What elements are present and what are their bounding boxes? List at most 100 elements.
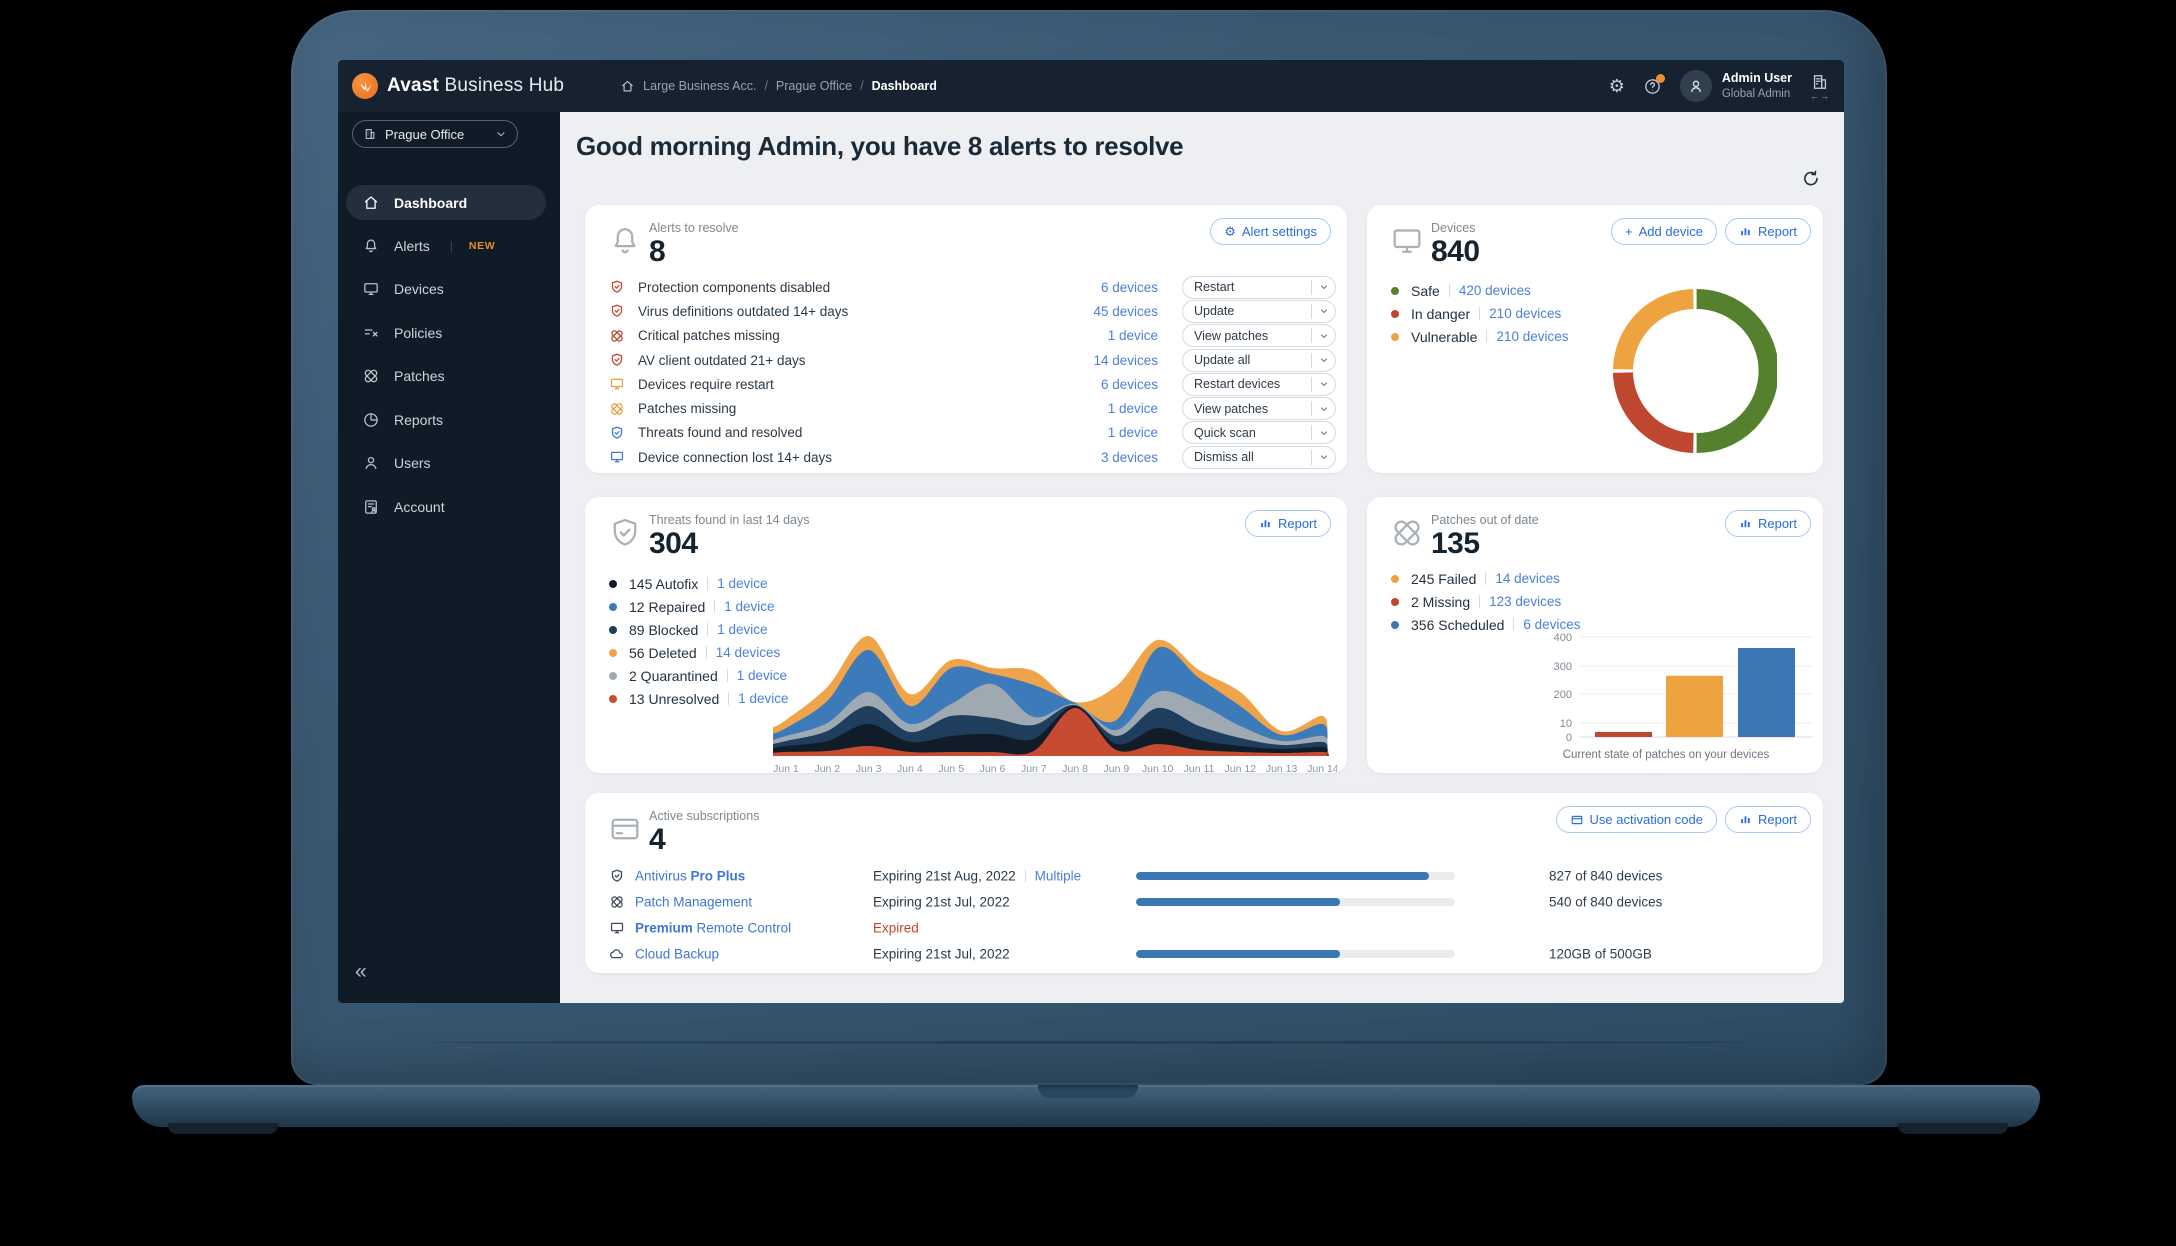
- alert-settings-button[interactable]: ⚙ Alert settings: [1210, 218, 1331, 245]
- alert-devices-link[interactable]: 45 devices: [1048, 304, 1158, 319]
- alert-devices-link[interactable]: 6 devices: [1048, 280, 1158, 295]
- alert-row: Protection components disabled 6 devices R…: [609, 275, 1336, 299]
- org-selector[interactable]: Prague Office: [352, 120, 518, 148]
- legend-devices-link[interactable]: 1 device: [717, 622, 767, 637]
- subscription-name-link[interactable]: Patch Management: [635, 895, 752, 910]
- patches-icon: [609, 894, 625, 910]
- add-device-button[interactable]: + Add device: [1611, 218, 1717, 245]
- chevron-down-icon: [1311, 376, 1335, 392]
- sidebar-item-users[interactable]: Users: [346, 442, 546, 486]
- alert-action-label: View patches: [1194, 328, 1269, 343]
- subscriptions-list: Antivirus Pro Plus Expiring 21st Aug, 202…: [609, 863, 1811, 967]
- usage-text: 120GB of 500GB: [1549, 946, 1652, 962]
- breadcrumb-item-large-business-acc-[interactable]: Large Business Acc.: [643, 79, 756, 93]
- avast-logo-icon: [352, 73, 378, 99]
- sidebar-item-label: Dashboard: [394, 194, 468, 211]
- legend-dot: [1391, 286, 1399, 295]
- sidebar-collapse-button[interactable]: «: [355, 960, 367, 984]
- alert-action-select[interactable]: Update all: [1182, 348, 1336, 372]
- company-switch-icon[interactable]: ←→: [1810, 72, 1830, 101]
- sidebar-item-label: Account: [394, 498, 445, 515]
- alert-label: Critical patches missing: [638, 328, 780, 344]
- legend-dot: [609, 671, 617, 680]
- sidebar-item-dashboard[interactable]: Dashboard: [346, 185, 546, 220]
- sidebar-item-devices[interactable]: Devices: [346, 268, 546, 312]
- legend-row: 56 Deleted 14 devices: [609, 641, 789, 664]
- report-button[interactable]: Report: [1724, 806, 1811, 833]
- subscription-row: Cloud Backup Expiring 21st Jul, 2022 120GB…: [609, 941, 1811, 967]
- alert-devices-link[interactable]: 1 device: [1048, 401, 1158, 416]
- new-badge: NEW: [468, 239, 496, 252]
- multiple-link[interactable]: Multiple: [1035, 869, 1082, 884]
- report-button[interactable]: Report: [1724, 218, 1811, 245]
- bar-chart-icon: [1739, 225, 1752, 238]
- patches-icon: [609, 401, 626, 417]
- alert-action-select[interactable]: Dismiss all: [1182, 445, 1336, 469]
- user-icon: [362, 454, 380, 472]
- alert-devices-link[interactable]: 1 device: [1048, 328, 1158, 343]
- legend-row: 13 Unresolved 1 device: [609, 687, 789, 710]
- alert-devices-link[interactable]: 1 device: [1048, 425, 1158, 440]
- sidebar-item-policies[interactable]: Policies: [346, 311, 546, 355]
- home-icon[interactable]: [620, 79, 635, 94]
- devices-legend: Safe 420 devices In danger 210 devices Vulne…: [1391, 279, 1568, 348]
- monitor-icon: [609, 449, 626, 465]
- svg-text:300: 300: [1554, 661, 1572, 673]
- subscription-row: Patch Management Expiring 21st Jul, 2022 5…: [609, 889, 1811, 915]
- use-activation-code-button[interactable]: Use activation code: [1555, 806, 1717, 833]
- svg-text:Jun 13: Jun 13: [1266, 763, 1298, 775]
- svg-text:Jun 5: Jun 5: [938, 763, 964, 775]
- breadcrumb-item-prague-office[interactable]: Prague Office: [776, 79, 852, 93]
- legend-devices-link[interactable]: 1 device: [717, 576, 767, 591]
- laptop-hinge-crease: [430, 1041, 1750, 1044]
- avatar[interactable]: [1679, 70, 1712, 102]
- legend-row: Vulnerable 210 devices: [1391, 325, 1568, 348]
- subscriptions-count: 4: [649, 823, 666, 856]
- svg-text:Jun 1: Jun 1: [773, 763, 799, 775]
- sidebar-item-account[interactable]: Account: [346, 485, 546, 529]
- expiry-text: Expiring 21st Aug, 2022: [873, 868, 1016, 884]
- sidebar-item-alerts[interactable]: Alerts | NEW: [346, 224, 546, 268]
- alert-devices-link[interactable]: 3 devices: [1048, 450, 1158, 465]
- subscription-name-link[interactable]: Premium Remote Control: [635, 921, 791, 936]
- app-window: Avast Business Hub Large Business Acc. / P…: [338, 60, 1844, 1003]
- alert-devices-link[interactable]: 14 devices: [1048, 353, 1158, 368]
- sidebar-item-reports[interactable]: Reports: [346, 398, 546, 442]
- alert-row: Critical patches missing 1 device View pat…: [609, 324, 1336, 348]
- sidebar-item-patches[interactable]: Patches: [346, 355, 546, 399]
- alert-action-select[interactable]: Update: [1182, 299, 1336, 323]
- alert-row: Devices require restart 6 devices Restart …: [609, 372, 1336, 396]
- subscription-name-link[interactable]: Cloud Backup: [635, 947, 719, 962]
- sidebar-nav: Dashboard Alerts | NEW Devices Policies Patche…: [346, 181, 546, 529]
- card-label: Active subscriptions: [649, 809, 760, 823]
- alert-devices-link[interactable]: 6 devices: [1048, 377, 1158, 392]
- legend-devices-link[interactable]: 420 devices: [1459, 283, 1531, 298]
- alert-action-select[interactable]: Quick scan: [1182, 421, 1336, 445]
- alert-action-select[interactable]: Restart: [1182, 275, 1336, 299]
- breadcrumb-item-dashboard[interactable]: Dashboard: [872, 79, 937, 93]
- alert-action-select[interactable]: Restart devices: [1182, 372, 1336, 396]
- subscription-name-link[interactable]: Antivirus Pro Plus: [635, 869, 745, 884]
- legend-label: In danger: [1411, 305, 1471, 322]
- legend-row: In danger 210 devices: [1391, 302, 1568, 325]
- legend-devices-link[interactable]: 210 devices: [1489, 306, 1561, 321]
- alert-action-select[interactable]: View patches: [1182, 397, 1336, 421]
- gear-icon[interactable]: ⚙: [1609, 76, 1625, 97]
- alert-action-select[interactable]: View patches: [1182, 324, 1336, 348]
- alert-action-label: Update all: [1194, 353, 1251, 368]
- report-button[interactable]: Report: [1244, 510, 1331, 537]
- alerts-list: Protection components disabled 6 devices R…: [609, 275, 1336, 469]
- svg-text:10: 10: [1560, 718, 1572, 730]
- legend-label: 2 Quarantined: [629, 667, 718, 684]
- help-icon[interactable]: [1643, 73, 1665, 96]
- legend-devices-link[interactable]: 1 device: [724, 599, 774, 614]
- sidebar: Prague Office Dashboard Alerts | NEW Devices…: [338, 112, 560, 1003]
- legend-devices-link[interactable]: 210 devices: [1496, 329, 1568, 344]
- org-selector-label: Prague Office: [385, 126, 465, 142]
- user-info[interactable]: Admin User Global Admin: [1722, 71, 1792, 101]
- refresh-icon[interactable]: [1800, 168, 1822, 195]
- usage-text: 540 of 840 devices: [1549, 894, 1663, 910]
- legend-label: Vulnerable: [1411, 328, 1478, 345]
- page-title: Good morning Admin, you have 8 alerts to…: [576, 131, 1184, 161]
- alert-label: Devices require restart: [638, 376, 774, 392]
